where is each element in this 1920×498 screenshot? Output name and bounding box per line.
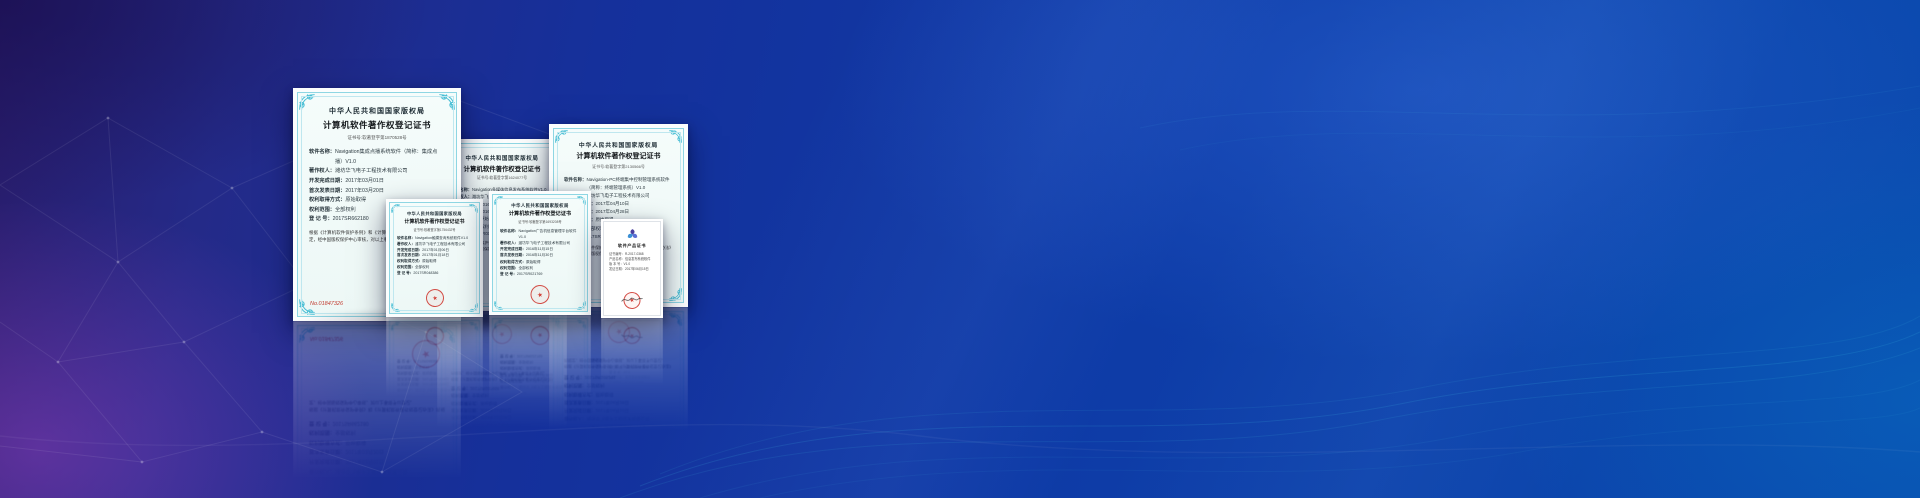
frame-ornament-icon <box>391 204 400 213</box>
certificate-title: 计算机软件著作权登记证书 <box>554 151 683 161</box>
certificate-frame: 中华人民共和国国家版权局 计算机软件著作权登记证书 证书号:软著登字第17564… <box>389 202 480 314</box>
cert-field-row: 著作权人：潍坊华飞电子工程技术有限公司 <box>309 167 445 177</box>
cert-field-row: 发证日期：2017年06月15日 <box>609 267 655 272</box>
certificate-fields: 证书编号：R-2017-0368产品名称：信息发布系统软件版 本 号：V1.0发… <box>604 252 660 273</box>
official-red-seal: ★ <box>424 288 444 308</box>
issuing-authority: 中华人民共和国国家版权局 <box>493 195 587 209</box>
issuing-authority: 中华人民共和国国家版权局 <box>390 203 479 217</box>
cert-field-row: 开发完成日期：2017年03月01日 <box>309 177 445 187</box>
issuing-authority: 中华人民共和国国家版权局 <box>554 129 683 149</box>
frame-ornament-icon <box>469 204 478 213</box>
seal-star-icon: ★ <box>536 290 543 299</box>
frame-ornament-icon <box>494 196 503 205</box>
cert-field-row: 登 记 号：2017SR048386 <box>397 271 472 277</box>
certificate-number: 证书号:软著登字第1693208号 <box>493 219 587 224</box>
frame-ornament-icon <box>439 94 455 110</box>
frame-ornament-icon <box>669 288 682 301</box>
frame-ornament-icon <box>555 130 568 143</box>
seal-star-icon: ★ <box>431 294 437 302</box>
cert-field-row: 首次发表日期：2017年03月20日 <box>309 187 445 197</box>
certificate-frame: 软件产品证书 证书编号：R-2017-0368产品名称：信息发布系统软件版 本 … <box>603 221 661 316</box>
cert-field-row: 软件名称：Navigation广告机信息管理平台软件V1.0 <box>500 228 580 240</box>
certificate-number: 证书号:软著登字第2130566号 <box>554 164 683 170</box>
certificate-number: 证书号:软著登字第1756432号 <box>390 227 479 232</box>
frame-ornament-icon <box>299 94 315 110</box>
cert-field-row: 软件名称：Navigation集成点播系统软件（简称：集成点播）V1.0 <box>309 148 445 167</box>
certificate-software-product: 软件产品证书 证书编号：R-2017-0368产品名称：信息发布系统软件版 本 … <box>601 219 663 318</box>
signature-scribble <box>620 295 644 305</box>
certificates-banner: 中华人民共和国国家版权局 计算机软件著作权登记证书 证书号:软著登字第18705… <box>0 0 1920 498</box>
cert-field-row: 登 记 号：2017SR021769 <box>500 271 580 277</box>
certificate-title: 软件产品证书 <box>604 243 660 249</box>
certificate-frame: 中华人民共和国国家版权局 计算机软件著作权登记证书 证书号:软著登字第16932… <box>492 194 588 312</box>
frame-ornament-icon <box>494 301 503 310</box>
official-red-seal: ★ <box>529 283 551 305</box>
certificate-software-copyright-5: 中华人民共和国国家版权局 计算机软件著作权登记证书 证书号:软著登字第16932… <box>489 191 591 315</box>
certificate-fields: 软件名称：Navigation广告机信息管理平台软件V1.0著作权人：潍坊华飞电… <box>493 228 587 277</box>
certificate-fields: 软件名称：Navigation触摸查询系统软件V1.0著作权人：潍坊华飞电子工程… <box>390 236 479 276</box>
issuing-authority: 中华人民共和国国家版权局 <box>298 93 456 116</box>
certificate-title: 计算机软件著作权登记证书 <box>390 218 479 225</box>
frame-ornament-icon <box>391 303 400 312</box>
frame-ornament-icon <box>469 303 478 312</box>
cert-field-row: 软件名称：Navigation-PC终端集中控制管理系统软件（简称：终端管理系统… <box>564 176 673 192</box>
certificate-software-copyright-4: 中华人民共和国国家版权局 计算机软件著作权登记证书 证书号:软著登字第17564… <box>386 199 483 317</box>
certificate-title: 计算机软件著作权登记证书 <box>298 119 456 131</box>
frame-ornament-icon <box>577 301 586 310</box>
issuer-logo-icon <box>626 228 639 241</box>
certificate-title: 计算机软件著作权登记证书 <box>493 210 587 217</box>
frame-ornament-icon <box>577 196 586 205</box>
certificate-number: 证书号:软著登字第1870528号 <box>298 135 456 141</box>
frame-ornament-icon <box>669 130 682 143</box>
serial-number: No.01847326 <box>310 301 343 307</box>
certificate-cluster: 中华人民共和国国家版权局 计算机软件著作权登记证书 证书号:软著登字第18705… <box>0 0 1920 498</box>
